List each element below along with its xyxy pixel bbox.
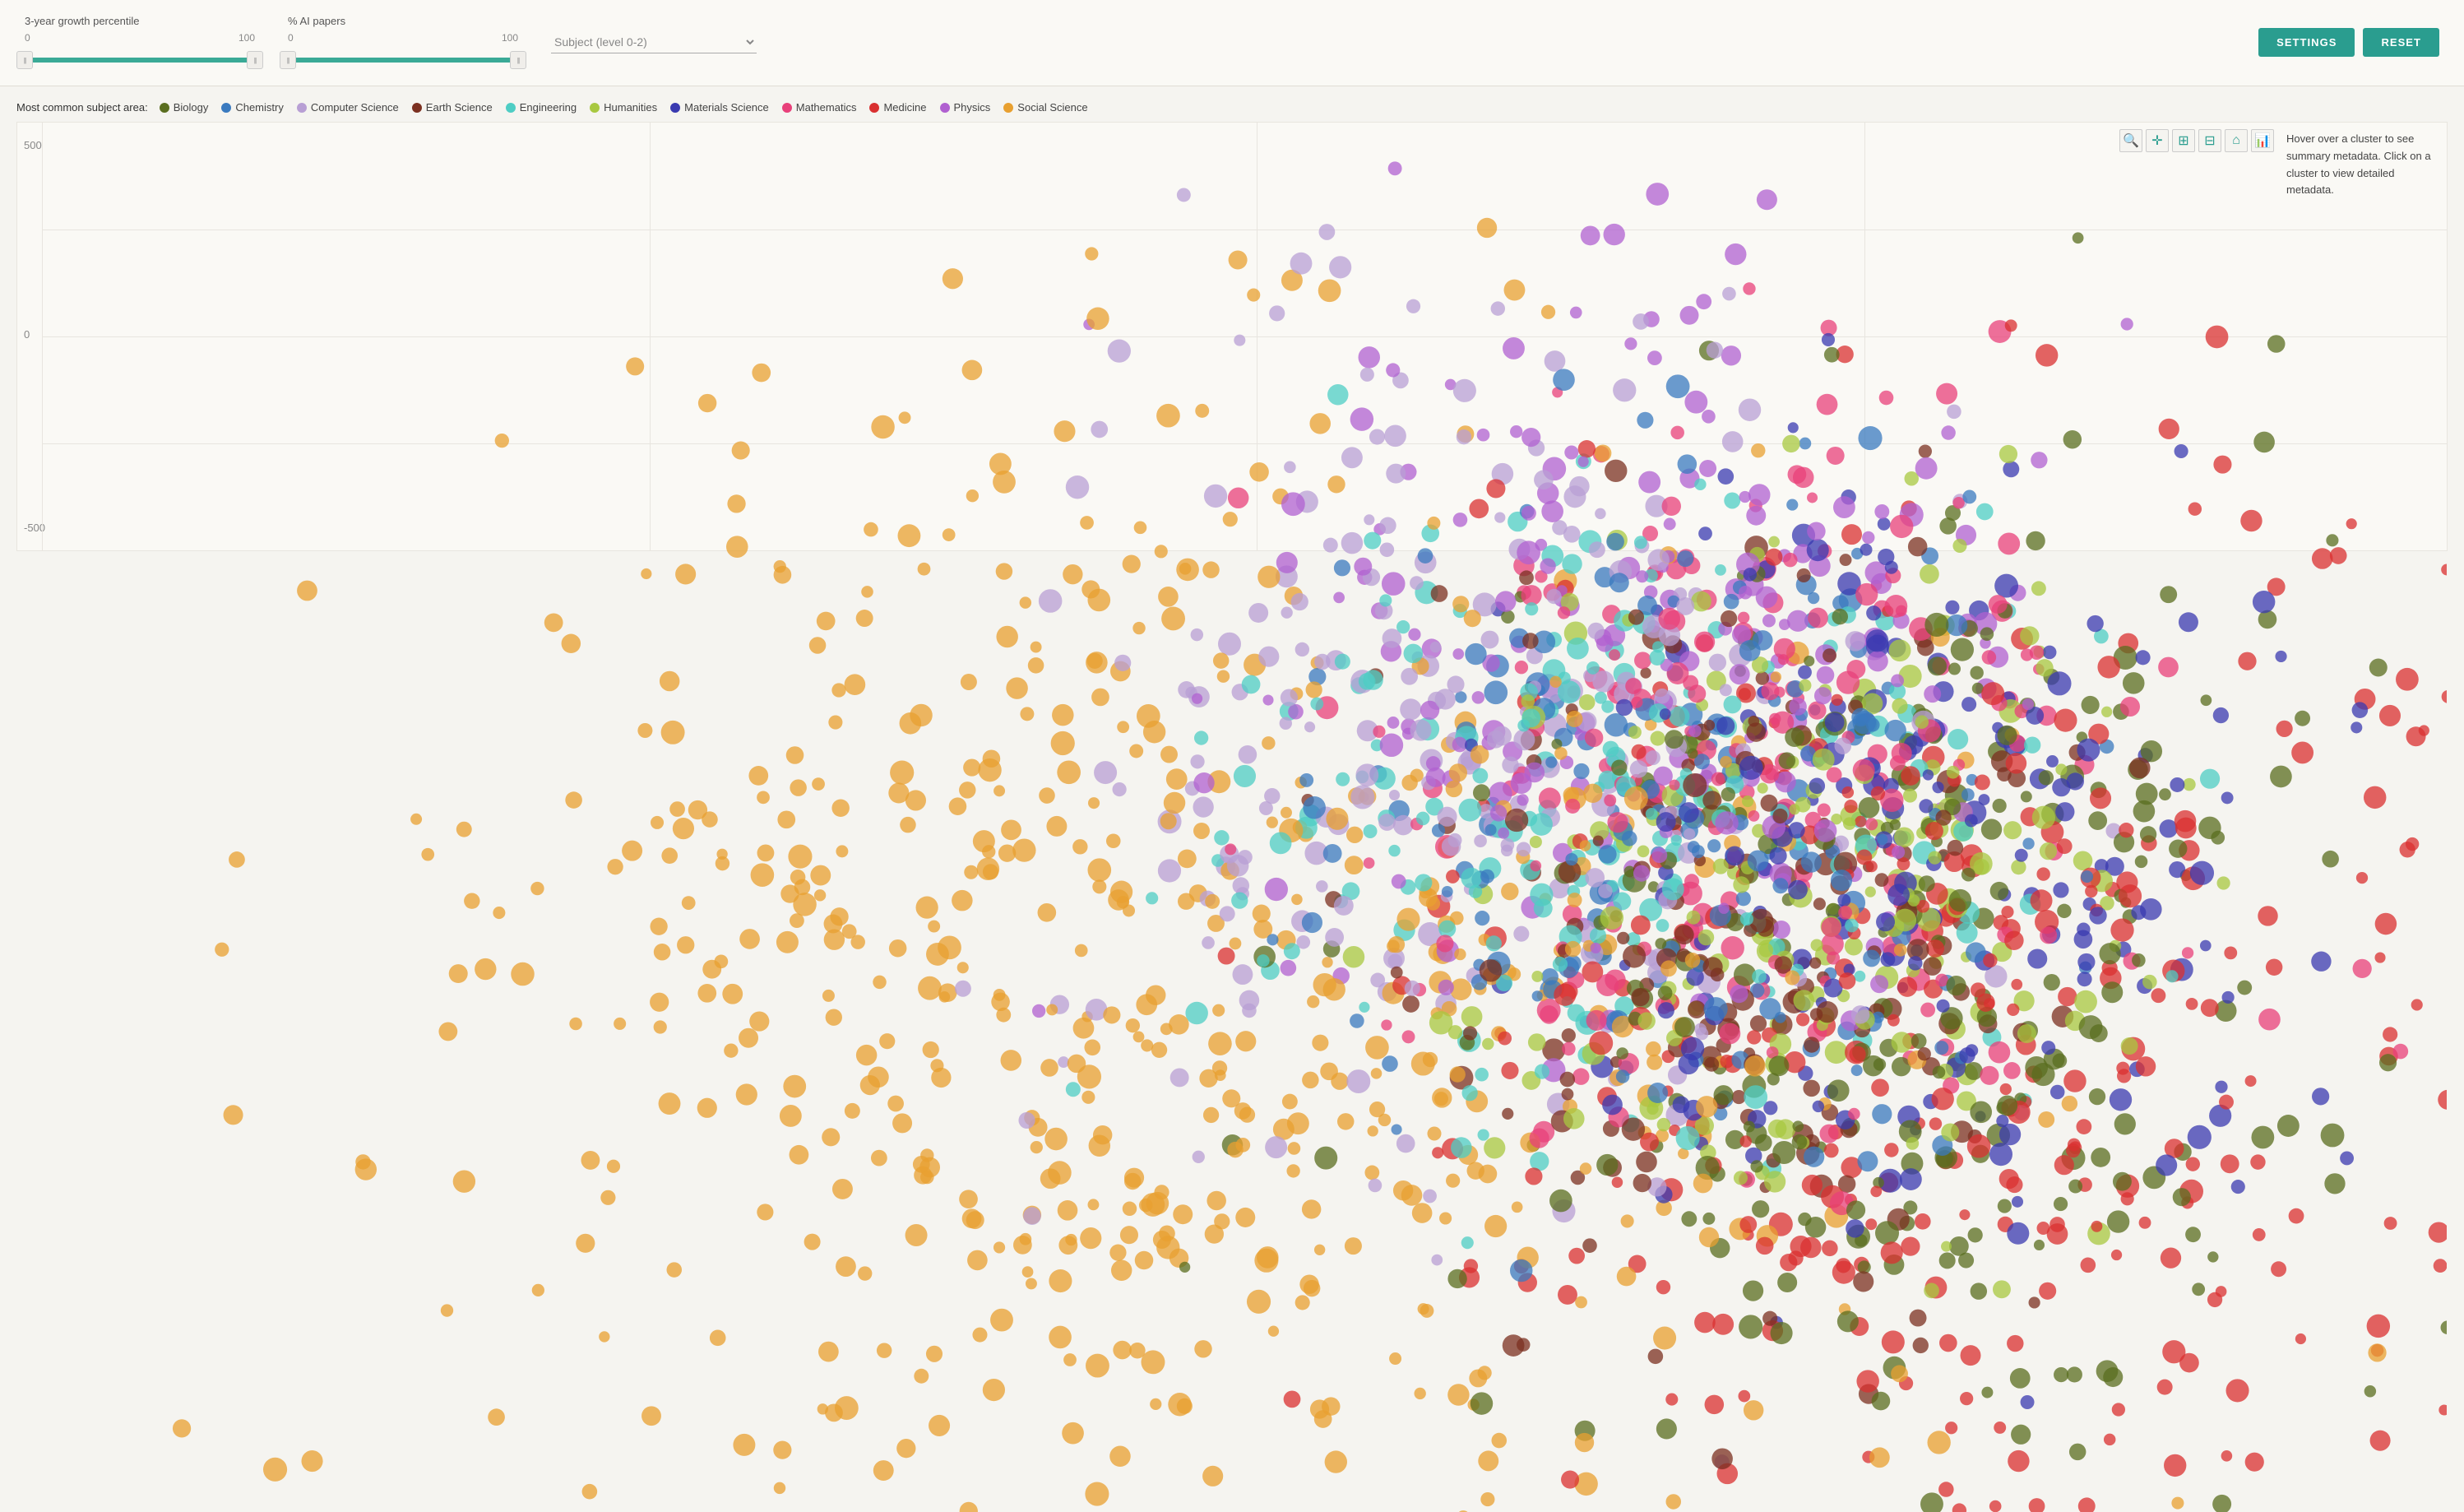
growth-percentile-slider-group: 3-year growth percentile 0 100 bbox=[25, 15, 255, 69]
subject-dropdown-group: Subject (level 0-2) bbox=[551, 31, 757, 53]
legend-prefix: Most common subject area: bbox=[16, 101, 148, 114]
viz-container: Most common subject area: Biology Chemist… bbox=[0, 86, 2464, 551]
legend-label-medicine: Medicine bbox=[883, 101, 926, 114]
legend-label-social-science: Social Science bbox=[1017, 101, 1087, 114]
legend-item-medicine[interactable]: Medicine bbox=[869, 101, 926, 114]
legend-dot-engineering bbox=[506, 103, 516, 113]
legend-item-chemistry[interactable]: Chemistry bbox=[221, 101, 284, 114]
growth-percentile-track[interactable] bbox=[25, 51, 255, 69]
legend-item-materials-science[interactable]: Materials Science bbox=[670, 101, 769, 114]
legend-label-engineering: Engineering bbox=[520, 101, 577, 114]
reset-button[interactable]: RESET bbox=[2363, 28, 2439, 57]
legend-label-physics: Physics bbox=[954, 101, 991, 114]
growth-percentile-range: 0 100 bbox=[25, 32, 255, 44]
ai-papers-range: 0 100 bbox=[288, 32, 518, 44]
legend-label-biology: Biology bbox=[174, 101, 209, 114]
zoom-out-icon[interactable]: ⊟ bbox=[2198, 129, 2221, 152]
legend-dot-mathematics bbox=[782, 103, 792, 113]
legend-item-humanities[interactable]: Humanities bbox=[590, 101, 657, 114]
ai-papers-track[interactable] bbox=[288, 51, 518, 69]
legend-bar: Most common subject area: Biology Chemist… bbox=[0, 86, 2464, 122]
legend-dot-earth-science bbox=[412, 103, 422, 113]
legend-dot-medicine bbox=[869, 103, 879, 113]
legend-label-materials-science: Materials Science bbox=[684, 101, 769, 114]
legend-item-earth-science[interactable]: Earth Science bbox=[412, 101, 493, 114]
legend-item-mathematics[interactable]: Mathematics bbox=[782, 101, 857, 114]
legend-item-social-science[interactable]: Social Science bbox=[1003, 101, 1087, 114]
legend-dot-physics bbox=[940, 103, 950, 113]
growth-percentile-thumb-left[interactable] bbox=[16, 51, 33, 69]
legend-item-computer-science[interactable]: Computer Science bbox=[297, 101, 399, 114]
legend-label-computer-science: Computer Science bbox=[311, 101, 399, 114]
ai-papers-thumb-left[interactable] bbox=[280, 51, 296, 69]
bar-chart-icon[interactable]: 📊 bbox=[2251, 129, 2274, 152]
legend-dot-biology bbox=[160, 103, 169, 113]
legend-dot-chemistry bbox=[221, 103, 231, 113]
legend-dot-computer-science bbox=[297, 103, 307, 113]
chart-area: 500 0 -500 🔍 ✛ ⊞ ⊟ ⌂ 📊 bbox=[16, 122, 2448, 551]
legend-label-earth-science: Earth Science bbox=[426, 101, 493, 114]
y-label-0: 0 bbox=[24, 328, 30, 341]
settings-button[interactable]: SETTINGS bbox=[2258, 28, 2355, 57]
home-icon[interactable]: ⌂ bbox=[2225, 129, 2248, 152]
controls-buttons: SETTINGS RESET bbox=[2258, 28, 2439, 57]
controls-panel: 3-year growth percentile 0 100 % AI pape… bbox=[0, 0, 2464, 86]
legend-label-mathematics: Mathematics bbox=[796, 101, 857, 114]
growth-percentile-label: 3-year growth percentile bbox=[25, 15, 255, 27]
legend-item-biology[interactable]: Biology bbox=[160, 101, 209, 114]
chart-inner: 500 0 -500 🔍 ✛ ⊞ ⊟ ⌂ 📊 bbox=[17, 123, 2447, 550]
scatter-plot[interactable] bbox=[42, 123, 2447, 1512]
ai-papers-thumb-right[interactable] bbox=[510, 51, 526, 69]
legend-dot-social-science bbox=[1003, 103, 1013, 113]
zoom-box-icon[interactable]: ⊞ bbox=[2172, 129, 2195, 152]
legend-items: Biology Chemistry Computer Science Earth Sc… bbox=[160, 101, 1100, 114]
chart-toolbar: 🔍 ✛ ⊞ ⊟ ⌂ 📊 bbox=[2119, 129, 2274, 152]
ai-papers-fill bbox=[288, 58, 518, 63]
growth-percentile-fill bbox=[25, 58, 255, 63]
legend-label-humanities: Humanities bbox=[604, 101, 657, 114]
legend-label-chemistry: Chemistry bbox=[235, 101, 284, 114]
ai-papers-label: % AI papers bbox=[288, 15, 518, 27]
legend-dot-humanities bbox=[590, 103, 600, 113]
growth-percentile-thumb-right[interactable] bbox=[247, 51, 263, 69]
hover-hint: Hover over a cluster to see summary meta… bbox=[2286, 131, 2439, 199]
legend-dot-materials-science bbox=[670, 103, 680, 113]
zoom-in-icon[interactable]: 🔍 bbox=[2119, 129, 2142, 152]
legend-item-physics[interactable]: Physics bbox=[940, 101, 991, 114]
legend-item-engineering[interactable]: Engineering bbox=[506, 101, 577, 114]
ai-papers-slider-group: % AI papers 0 100 bbox=[288, 15, 518, 69]
subject-select[interactable]: Subject (level 0-2) bbox=[551, 31, 757, 53]
y-label-500: 500 bbox=[24, 139, 42, 151]
pan-icon[interactable]: ✛ bbox=[2146, 129, 2169, 152]
